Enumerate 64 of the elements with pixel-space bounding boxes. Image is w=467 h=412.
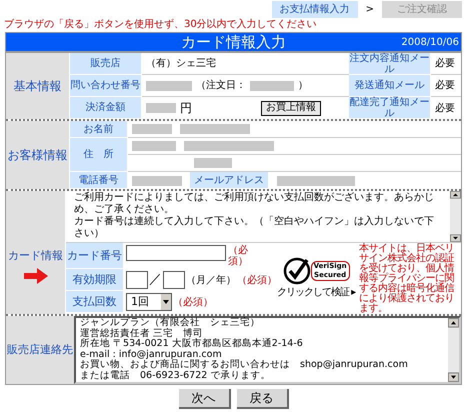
blurred-text <box>132 124 172 134</box>
contact-line: または電話 06-6923-6722 で承ります。 <box>80 370 272 381</box>
arrow-right-icon <box>24 268 48 284</box>
field-label: 発送通知メール <box>354 80 424 91</box>
contact-line: e-mail : info@janrupuran.com <box>80 350 223 360</box>
section-heading: お客様情報 <box>6 121 70 189</box>
required-text: （必須） <box>237 274 277 288</box>
blurred-text <box>132 176 182 186</box>
field-label: お名前 <box>84 124 114 134</box>
order-date-prefix: （注文日： <box>196 80 246 91</box>
shop-name: （有）シェ三宅 <box>146 58 216 69</box>
field-label: 決済金額 <box>86 102 126 113</box>
field-label: 配達完了通知メール <box>349 96 430 118</box>
contact-line: 運営総括責任者 三宅 博司 <box>80 328 204 338</box>
field-label: 電話番号 <box>78 174 118 186</box>
contact-line: ジャンルプラン（有限会社 シェ三宅） <box>80 318 261 328</box>
required-text: （必須） <box>173 296 213 310</box>
scrollbar[interactable] <box>448 318 459 382</box>
contact-line: お買い物、および商品に関するお問い合わせは shop@janrupuran.com <box>80 360 409 370</box>
installments-select[interactable]: 1回 <box>126 293 172 311</box>
order-date-suffix: ） <box>298 80 308 91</box>
verify-link[interactable]: クリックして検証 ▸ <box>277 285 356 300</box>
note-text: カード番号は連続して入力して下さい。（「空白やハイフン」は入力しないで下さい） <box>74 216 435 240</box>
checkmark-seal-icon <box>282 257 311 285</box>
vendor-textarea[interactable]: ジャンルプラン（有限会社 シェ三宅） 運営総括責任者 三宅 博司 所在地 〒534-0021 大阪市都島区都島本通2-14-6 e-mail : info@janrupuran.com お買い物、および商品に関するお問い合わせは shop@janrupuran.com または電話 06-6923-6722 で承ります。 <box>74 316 461 384</box>
security-text: 本サイトは、日本ベリサイン株式会社の認証を受けており、個人情報等プライバシーに関する内容は暗号化通信により保護されております。 <box>358 243 456 314</box>
year-input[interactable] <box>163 271 185 289</box>
title-text: カード情報入力 <box>181 32 286 53</box>
blurred-text <box>146 103 176 113</box>
step-separator: > <box>366 2 374 16</box>
purchase-info-button[interactable]: お買上情報 <box>261 100 321 116</box>
section-heading: 基本情報 <box>6 53 70 119</box>
notice-text: ブラウザの「戻る」ボタンを使用せず、30分以内で入力してください <box>3 18 318 32</box>
form-button[interactable]: 次へ <box>178 389 230 409</box>
blurred-text <box>180 124 250 134</box>
field-label: 支払回数 <box>72 296 116 307</box>
month-input[interactable] <box>126 271 148 289</box>
blurred-text <box>194 158 232 168</box>
field-label: 住 所 <box>84 149 114 160</box>
notes-textarea[interactable]: ご利用カードによりましては、ご利用頂けない支払回数がございます。あらかじめ、ご了承ください。 カード番号は連続して入力して下さい。（「空白やハイフン」は入力しないで下さい） <box>66 191 461 243</box>
field-label: カード番号 <box>67 250 122 261</box>
field-label: 販売店 <box>90 58 120 69</box>
blurred-text <box>132 141 176 151</box>
section-heading: 販売店連絡先 <box>6 316 74 384</box>
note-text: ご利用カードによりましては、ご利用頂けない支払回数がございます。あらかじめ、ご了承ください。 <box>74 192 435 216</box>
card-number-input[interactable] <box>126 245 226 261</box>
mail-setting: 必要 <box>435 58 455 69</box>
field-label: 注文内容通知メール <box>349 52 430 74</box>
blurred-text <box>146 80 192 90</box>
date-text: 2008/10/06 <box>401 36 459 50</box>
section-heading: カード情報 <box>8 248 63 264</box>
separator-text: ／ <box>149 271 162 290</box>
expiry-hint: （月／年） <box>186 274 236 288</box>
required-text: （必須） <box>228 245 249 267</box>
mail-setting: 必要 <box>435 102 455 114</box>
field-label: 問い合わせ番号 <box>70 80 140 91</box>
blurred-text <box>250 80 294 90</box>
contact-line: 所在地 〒534-0021 大阪市都島区都島本通2-14-6 <box>80 339 304 350</box>
field-label: 有効期限 <box>72 274 116 285</box>
form-button[interactable]: 戻る <box>236 389 288 409</box>
scrollbar[interactable] <box>450 191 461 242</box>
currency-text: 円 <box>180 102 192 114</box>
mail-setting: 必要 <box>435 80 455 91</box>
field-label: メールアドレス <box>194 174 264 186</box>
